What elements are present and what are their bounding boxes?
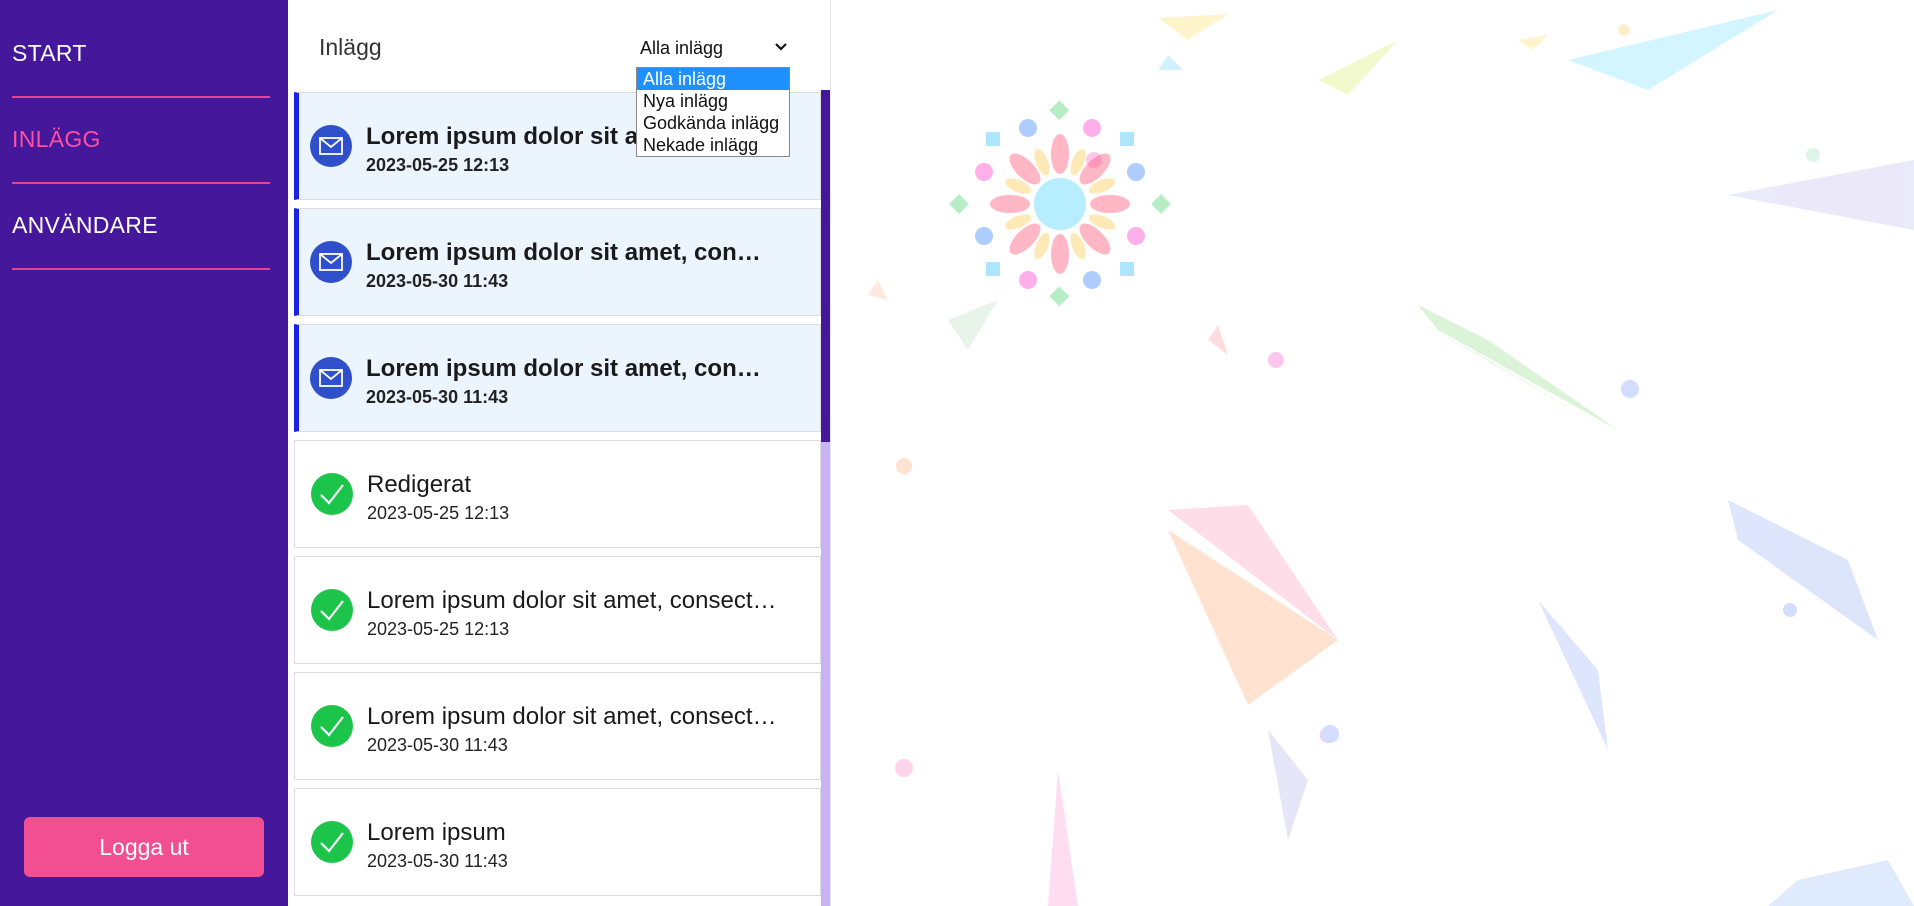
envelope-icon: [310, 241, 352, 283]
post-title: Redigerat: [367, 471, 472, 498]
post-title: Lorem ipsum dolor sit amet, consectetur …: [367, 587, 787, 614]
list-item[interactable]: Lorem ipsum dolor sit amet, consectetur …: [294, 324, 821, 432]
post-title: Lorem ipsum dolor sit amet, consectetur: [366, 239, 766, 266]
chevron-down-icon: [775, 43, 787, 51]
list-item[interactable]: Lorem ipsum dolor sit amet, consectetur …: [294, 556, 821, 664]
scrollbar-thumb[interactable]: [821, 90, 830, 442]
checkmark-icon: [311, 473, 353, 515]
sidebar: START INLÄGG ANVÄNDARE Logga ut: [0, 0, 288, 906]
sidebar-item-label: ANVÄNDARE: [12, 211, 158, 238]
checkmark-icon: [311, 821, 353, 863]
logout-button[interactable]: Logga ut: [24, 817, 264, 877]
filter-selected-value: Alla inlägg: [640, 37, 724, 58]
envelope-icon: [310, 357, 352, 399]
filter-option-rejected[interactable]: Nekade inlägg: [637, 134, 789, 156]
post-date: 2023-05-30 11:43: [367, 735, 508, 755]
page-title: Inlägg: [319, 34, 382, 60]
filter-option-new[interactable]: Nya inlägg: [637, 90, 789, 112]
posts-panel: Inlägg Alla inlägg Lorem ipsum dolor sit…: [288, 0, 831, 906]
sidebar-item-start[interactable]: START: [12, 10, 270, 98]
sidebar-item-anvandare[interactable]: ANVÄNDARE: [12, 182, 270, 270]
filter-dropdown-list: Alla inlägg Nya inlägg Godkända inlägg N…: [636, 67, 790, 157]
sidebar-item-inlagg[interactable]: INLÄGG: [12, 96, 270, 184]
post-date: 2023-05-25 12:13: [367, 503, 510, 523]
sidebar-item-label: START: [12, 39, 87, 66]
sidebar-item-label: INLÄGG: [12, 125, 101, 152]
list-item[interactable]: Lorem ipsum 2023-05-30 11:43: [294, 788, 821, 896]
filter-option-all[interactable]: Alla inlägg: [637, 68, 789, 90]
post-date: 2023-05-30 11:43: [367, 851, 508, 871]
checkmark-icon: [311, 705, 353, 747]
checkmark-icon: [311, 589, 353, 631]
filter-option-approved[interactable]: Godkända inlägg: [637, 112, 789, 134]
post-title: Lorem ipsum dolor sit amet, consectetur: [366, 355, 766, 382]
list-item[interactable]: Redigerat 2023-05-25 12:13: [294, 440, 821, 548]
list-item[interactable]: Lorem ipsum dolor sit amet, consectetur …: [294, 672, 821, 780]
list-item[interactable]: Lorem ipsum dolor sit amet, consectetur …: [294, 208, 821, 316]
post-date: 2023-05-25 12:13: [367, 619, 510, 639]
filter-select[interactable]: Alla inlägg: [634, 31, 794, 65]
envelope-icon: [310, 125, 352, 167]
post-title: Lorem ipsum: [367, 819, 506, 846]
post-date: 2023-05-30 11:43: [366, 387, 509, 407]
post-title: Lorem ipsum dolor sit amet, consectetur …: [367, 703, 787, 730]
post-date: 2023-05-30 11:43: [366, 271, 509, 291]
post-date: 2023-05-25 12:13: [366, 155, 510, 175]
